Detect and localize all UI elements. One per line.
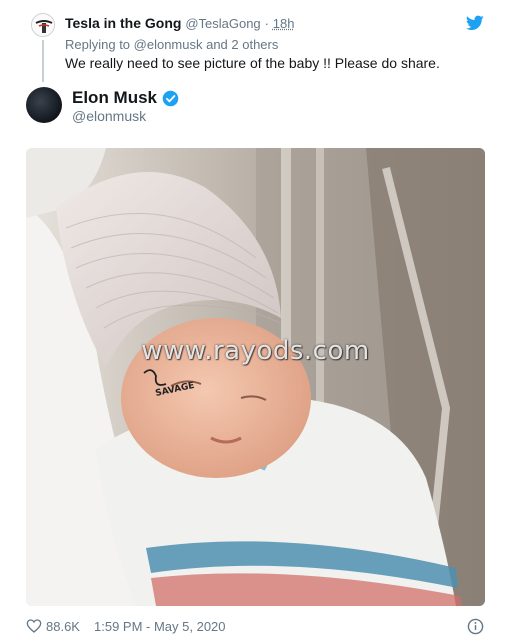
reply-author-handle[interactable]: @TeslaGong (185, 16, 260, 31)
info-icon[interactable] (467, 618, 484, 635)
tweet-timestamp[interactable]: 1:59 PM - May 5, 2020 (94, 619, 226, 634)
author-name[interactable]: Elon Musk (72, 88, 157, 108)
reply-avatar[interactable] (31, 13, 55, 37)
baby-photo-illustration: SAVAGE (26, 148, 485, 606)
verified-badge-icon (162, 90, 179, 106)
author-name-row[interactable]: Elon Musk (72, 88, 179, 108)
watermark: www.rayods.com (141, 336, 370, 366)
tweet-photo[interactable]: SAVAGE www.rayods.com (26, 148, 485, 606)
author-avatar[interactable] (26, 87, 62, 123)
reply-timestamp[interactable]: 18h (273, 16, 295, 31)
like-count[interactable]: 88.6K (46, 619, 80, 634)
replying-to-label[interactable]: Replying to @elonmusk and 2 others (65, 37, 278, 52)
reply-separator: · (264, 16, 269, 31)
thread-line (42, 40, 44, 82)
reply-text: We really need to see picture of the bab… (65, 55, 440, 71)
reply-tweet: Tesla in the Gong @TeslaGong · 18h Reply… (0, 0, 510, 82)
reply-header: Tesla in the Gong @TeslaGong · 18h (65, 15, 295, 31)
tweet-footer: 88.6K 1:59 PM - May 5, 2020 (26, 617, 485, 637)
heart-icon[interactable] (26, 618, 42, 634)
reply-author-name[interactable]: Tesla in the Gong (65, 15, 181, 31)
twitter-bird-icon[interactable] (466, 15, 484, 31)
author-handle[interactable]: @elonmusk (72, 108, 146, 124)
tweet-author: Elon Musk @elonmusk (0, 82, 510, 132)
